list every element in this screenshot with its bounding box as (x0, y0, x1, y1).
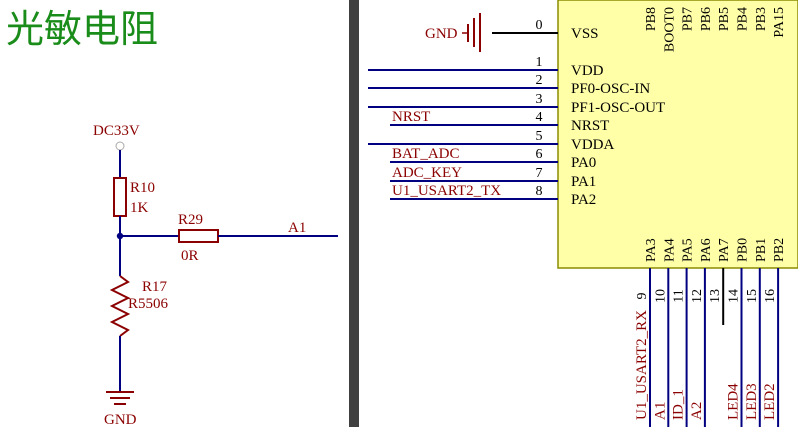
pin-number: 16 (763, 289, 778, 303)
pin-name: PA3 (644, 238, 659, 262)
net-label: BAT_ADC (392, 146, 460, 162)
pin-name: NRST (571, 118, 609, 134)
top-pin-name: PB5 (717, 7, 732, 31)
net-label: U1_USART2_RX (634, 310, 650, 420)
pin-number: 4 (536, 110, 543, 125)
pin-number: 9 (635, 293, 650, 300)
pin-name: PA4 (662, 238, 677, 262)
resistor-r10 (113, 177, 127, 217)
pin-name: PA5 (681, 238, 696, 262)
top-pin-name: PA15 (772, 7, 787, 38)
pin-number: 7 (536, 166, 543, 181)
net-label: A1 (652, 402, 668, 420)
net-label: LED4 (726, 383, 742, 420)
pin-name: VDD (571, 63, 604, 79)
net-label: ID_1 (671, 389, 687, 420)
pin-name: VSS (571, 26, 599, 42)
pin-name: PA6 (699, 238, 714, 262)
pin-name: PA1 (571, 174, 596, 190)
top-pin-name: PB7 (681, 7, 696, 31)
top-pin-name: PB3 (754, 7, 769, 31)
r29-ref: R29 (178, 212, 203, 228)
pin-name: PB2 (772, 238, 787, 262)
pin-name: PA7 (717, 238, 732, 262)
resistor-r17-zigzag (109, 275, 131, 337)
photoresistor-circuit: DC33V R10 1K R29 0R A1 R17 R5506 GND (93, 123, 338, 428)
pin-number: 0 (536, 18, 543, 33)
r17-value: R5506 (128, 296, 169, 312)
pin-number: 8 (536, 184, 543, 199)
r10-value: 1K (130, 200, 149, 216)
ground-label: GND (104, 412, 137, 427)
r29-value: 0R (181, 248, 199, 264)
top-pin-name: BOOT0 (662, 7, 677, 52)
r10-ref: R10 (130, 180, 155, 196)
schematic-svg: 光敏电阻 DC33V R10 1K R29 0R A1 R17 R5506 GN… (6, 0, 798, 428)
pin-number: 13 (708, 289, 723, 303)
pin-number: 2 (536, 73, 543, 88)
pin-name: PF1-OSC-OUT (571, 100, 665, 116)
net-label: U1_USART2_TX (392, 183, 501, 199)
pin-number: 15 (745, 289, 760, 303)
net-label: LED2 (762, 383, 778, 420)
sheet-divider (349, 0, 359, 427)
pin-name: PA2 (571, 192, 596, 208)
top-pin-name: PB6 (699, 7, 714, 31)
mcu-symbol: GND 0 VSS 1 VDD 2 PF0-OSC-IN 3 PF1-OSC-OUT 4 NRST… (368, 0, 798, 427)
power-port-symbol (115, 141, 125, 151)
pin-number: 11 (672, 289, 687, 302)
pin-name: PF0-OSC-IN (571, 81, 650, 97)
page-title: 光敏电阻 (6, 7, 158, 51)
pin-number: 5 (536, 129, 543, 144)
net-label-a1: A1 (288, 220, 306, 236)
top-pin-name: PB4 (736, 7, 751, 31)
net-label: ADC_KEY (392, 165, 462, 181)
pin-number: 6 (536, 147, 543, 162)
pin-name: PB1 (754, 238, 769, 262)
power-net-label: DC33V (93, 123, 140, 139)
resistor-r29 (178, 229, 219, 243)
pin-number: 14 (727, 289, 742, 303)
net-label: LED3 (744, 383, 760, 420)
schematic-canvas: 光敏电阻 DC33V R10 1K R29 0R A1 R17 R5506 GN… (0, 0, 798, 428)
mcu-gnd-label: GND (425, 26, 458, 42)
pin-number: 12 (690, 289, 705, 303)
pin-name: PB0 (736, 238, 751, 262)
top-pin-name: PB8 (644, 7, 659, 31)
pin-name: PA0 (571, 155, 596, 171)
pin-name: VDDA (571, 137, 614, 153)
r17-ref: R17 (142, 279, 168, 295)
pin-number: 10 (653, 289, 668, 303)
pin-number: 1 (536, 55, 543, 70)
net-label: A2 (689, 402, 705, 420)
pin-number: 3 (536, 92, 543, 107)
net-label: NRST (392, 109, 430, 125)
